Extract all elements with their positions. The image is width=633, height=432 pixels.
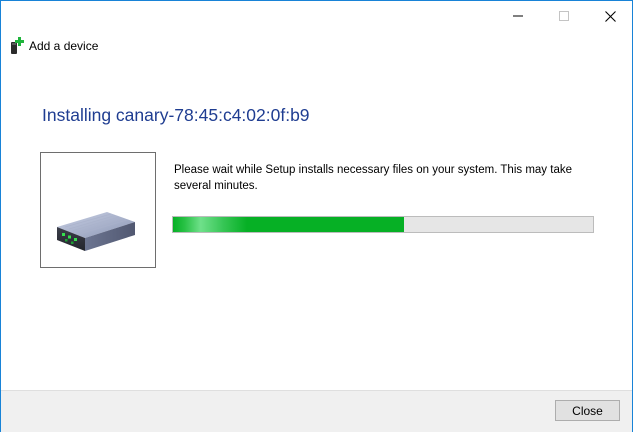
install-progress-bar bbox=[172, 216, 594, 233]
router-device-icon bbox=[57, 212, 135, 251]
maximize-icon bbox=[559, 11, 569, 21]
page-title: Installing canary-78:45:c4:02:0f:b9 bbox=[42, 105, 310, 125]
status-message: Please wait while Setup installs necessa… bbox=[174, 164, 572, 192]
close-icon bbox=[604, 10, 616, 22]
window-title: Add a device bbox=[29, 39, 99, 53]
minimize-icon bbox=[513, 15, 523, 17]
maximize-button bbox=[541, 1, 587, 31]
minimize-button[interactable] bbox=[495, 1, 541, 31]
add-device-window: Add a device Installing canary-78:45:c4:… bbox=[0, 0, 633, 432]
close-button[interactable]: Close bbox=[555, 400, 620, 421]
device-image-frame bbox=[40, 152, 156, 268]
add-device-icon bbox=[11, 37, 24, 54]
window-close-button[interactable] bbox=[587, 1, 633, 31]
progress-fill bbox=[173, 217, 404, 232]
dialog-footer: Close bbox=[1, 390, 632, 432]
